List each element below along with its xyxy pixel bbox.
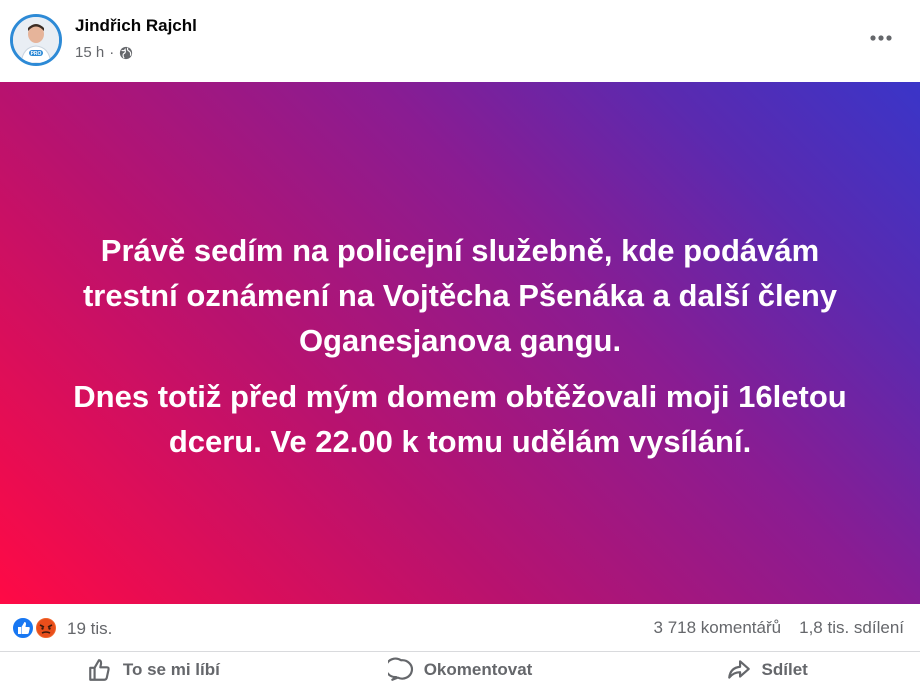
- share-button[interactable]: Sdílet: [613, 652, 920, 688]
- reaction-count[interactable]: 19 tis.: [67, 619, 112, 639]
- share-icon: [727, 660, 750, 679]
- post-header: PRO Jindřich Rajchl 15 h ·: [0, 0, 920, 82]
- comment-icon: [387, 657, 413, 681]
- post-time[interactable]: 15 h: [75, 44, 104, 61]
- post-paragraph-2: Dnes totiž před mým domem obtěžovali moj…: [73, 379, 847, 459]
- post-meta: 15 h ·: [75, 44, 133, 61]
- post-stats: 19 tis. 3 718 komentářů 1,8 tis. sdílení: [0, 604, 920, 652]
- avatar-badge-text: PRO: [31, 51, 42, 57]
- share-count[interactable]: 1,8 tis. sdílení: [799, 618, 904, 638]
- like-button[interactable]: To se mi líbí: [0, 652, 307, 688]
- meta-separator: ·: [109, 44, 115, 61]
- angry-icon: [34, 616, 58, 640]
- like-label: To se mi líbí: [122, 660, 220, 679]
- more-options-icon[interactable]: [866, 26, 896, 50]
- thumbs-up-icon: [89, 659, 110, 681]
- avatar-portrait: PRO: [13, 17, 59, 63]
- author-avatar[interactable]: PRO: [10, 14, 62, 66]
- comment-label: Okomentovat: [423, 660, 533, 679]
- post-paragraph-1: Právě sedím na policejní služebně, kde p…: [82, 233, 838, 358]
- comment-count[interactable]: 3 718 komentářů: [654, 618, 782, 638]
- author-name[interactable]: Jindřich Rajchl: [75, 16, 197, 36]
- share-label: Sdílet: [761, 660, 808, 679]
- reactions-icons[interactable]: [11, 616, 61, 640]
- engagement-counts: 3 718 komentářů 1,8 tis. sdílení: [654, 618, 904, 638]
- post-actions: To se mi líbí Okomentovat Sdílet: [0, 652, 920, 688]
- like-icon: [11, 616, 35, 640]
- comment-button[interactable]: Okomentovat: [307, 652, 614, 688]
- post-text-card[interactable]: Právě sedím na policejní služebně, kde p…: [0, 82, 920, 604]
- globe-icon: [120, 46, 133, 59]
